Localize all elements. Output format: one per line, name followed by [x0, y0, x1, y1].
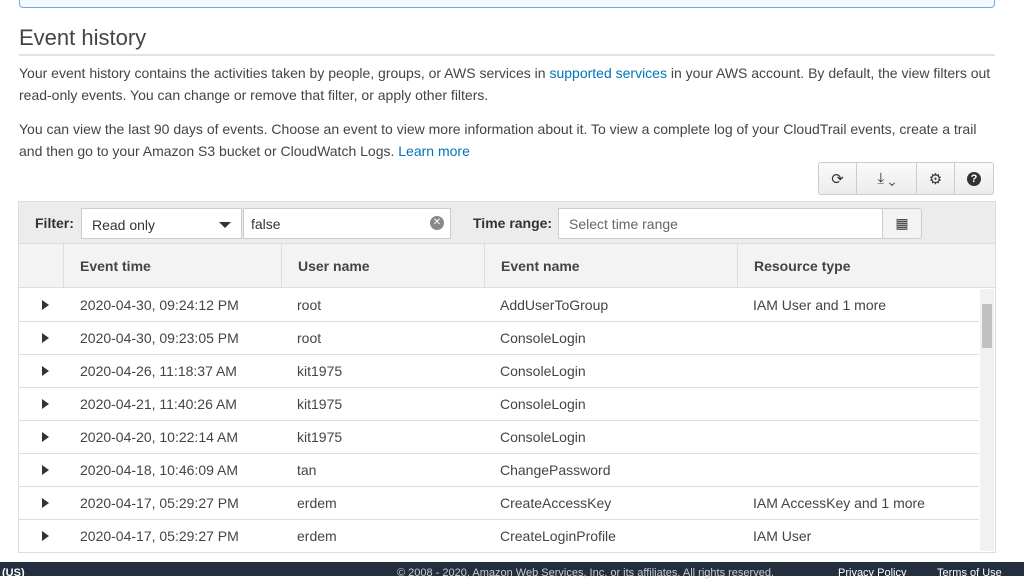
- filter-label: Filter:: [35, 215, 74, 231]
- download-button[interactable]: ⤓ ⌄: [857, 163, 917, 194]
- learn-more-link[interactable]: Learn more: [398, 143, 470, 159]
- page-title: Event history: [19, 25, 147, 50]
- privacy-policy-link[interactable]: Privacy Policy: [838, 567, 906, 579]
- table-header: Event time User name Event name Resource…: [19, 244, 995, 288]
- help-button[interactable]: ?: [955, 163, 993, 194]
- cell-event-time: 2020-04-20, 10:22:14 AM: [80, 429, 239, 445]
- caret-down-icon: [219, 222, 231, 228]
- cell-user-name: kit1975: [297, 429, 343, 445]
- events-table-panel: Filter: Read only false ✕ Time range: Sel…: [18, 201, 996, 553]
- gear-icon: ⚙: [928, 170, 943, 188]
- cell-user-name: erdem: [297, 495, 337, 511]
- time-range-label: Time range:: [473, 215, 553, 231]
- cell-user-name: root: [297, 330, 322, 346]
- footer: (US) © 2008 - 2020, Amazon Web Services,…: [0, 562, 1024, 579]
- cell-event-time: 2020-04-18, 10:46:09 AM: [80, 462, 239, 478]
- cell-event-name[interactable]: ConsoleLogin: [500, 363, 586, 379]
- expand-row-icon[interactable]: [42, 498, 49, 508]
- column-resource-type[interactable]: Resource type: [737, 244, 990, 288]
- table-row[interactable]: 2020-04-20, 10:22:14 AM kit1975 ConsoleLog…: [19, 421, 979, 454]
- divider: [19, 54, 995, 56]
- intro-paragraph-1: Your event history contains the activiti…: [19, 62, 999, 106]
- info-banner: [19, 0, 995, 8]
- filter-value: false: [251, 216, 281, 232]
- table-row[interactable]: 2020-04-26, 11:18:37 AM kit1975 ConsoleLog…: [19, 355, 979, 388]
- table-row[interactable]: 2020-04-30, 09:24:12 PM root AddUserToGrou…: [19, 289, 979, 322]
- terms-of-use-link[interactable]: Terms of Use: [937, 567, 1002, 579]
- filter-attribute-value: Read only: [92, 217, 156, 233]
- toolbar: ⟳ ⤓ ⌄ ⚙ ?: [818, 162, 994, 195]
- cell-event-name[interactable]: ConsoleLogin: [500, 330, 586, 346]
- language-selector[interactable]: (US): [2, 567, 25, 579]
- clear-icon[interactable]: ✕: [430, 216, 444, 230]
- cell-event-name[interactable]: ConsoleLogin: [500, 429, 586, 445]
- expand-row-icon[interactable]: [42, 366, 49, 376]
- expand-row-icon[interactable]: [42, 465, 49, 475]
- intro-text: Your event history contains the activiti…: [19, 65, 550, 81]
- table-row[interactable]: 2020-04-17, 05:29:27 PM erdem CreateLoginP…: [19, 520, 979, 553]
- cell-resource-type: IAM User: [753, 528, 812, 544]
- cell-event-name[interactable]: ConsoleLogin: [500, 396, 586, 412]
- cell-user-name: tan: [297, 462, 317, 478]
- cell-user-name: root: [297, 297, 322, 313]
- intro-text: You can view the last 90 days of events.…: [19, 121, 977, 159]
- table-row[interactable]: 2020-04-17, 05:29:27 PM erdem CreateAccess…: [19, 487, 979, 520]
- cell-event-name[interactable]: AddUserToGroup: [500, 297, 608, 313]
- cell-event-time: 2020-04-17, 05:29:27 PM: [80, 495, 239, 511]
- help-icon: ?: [967, 171, 981, 186]
- cell-event-time: 2020-04-21, 11:40:26 AM: [80, 396, 237, 412]
- expand-row-icon[interactable]: [42, 399, 49, 409]
- cell-event-time: 2020-04-17, 05:29:27 PM: [80, 528, 239, 544]
- cell-event-name[interactable]: CreateAccessKey: [500, 495, 611, 511]
- cell-event-name[interactable]: CreateLoginProfile: [500, 528, 616, 544]
- column-event-time[interactable]: Event time: [63, 244, 281, 288]
- filter-value-input[interactable]: false ✕: [243, 208, 451, 239]
- table-row[interactable]: 2020-04-18, 10:46:09 AM tan ChangePassword: [19, 454, 979, 487]
- cell-event-time: 2020-04-30, 09:23:05 PM: [80, 330, 239, 346]
- expand-row-icon[interactable]: [42, 432, 49, 442]
- filter-bar: Filter: Read only false ✕ Time range: Sel…: [19, 202, 995, 244]
- cell-user-name: erdem: [297, 528, 337, 544]
- settings-button[interactable]: ⚙: [917, 163, 955, 194]
- refresh-button[interactable]: ⟳: [819, 163, 857, 194]
- cell-resource-type: IAM AccessKey and 1 more: [753, 495, 925, 511]
- time-range-input[interactable]: Select time range: [558, 208, 883, 239]
- download-icon: ⤓ ⌄: [877, 170, 896, 187]
- intro-paragraph-2: You can view the last 90 days of events.…: [19, 118, 999, 162]
- table-scrollbar[interactable]: [980, 289, 994, 551]
- supported-services-link[interactable]: supported services: [549, 65, 667, 81]
- cell-event-name[interactable]: ChangePassword: [500, 462, 611, 478]
- table-row[interactable]: 2020-04-21, 11:40:26 AM kit1975 ConsoleLog…: [19, 388, 979, 421]
- cell-event-time: 2020-04-30, 09:24:12 PM: [80, 297, 239, 313]
- filter-attribute-select[interactable]: Read only: [81, 208, 242, 239]
- column-user-name[interactable]: User name: [281, 244, 484, 288]
- cell-user-name: kit1975: [297, 363, 343, 379]
- calendar-icon: ▦: [895, 215, 909, 231]
- scrollbar-thumb[interactable]: [982, 304, 992, 348]
- expand-row-icon[interactable]: [42, 333, 49, 343]
- cell-resource-type: IAM User and 1 more: [753, 297, 887, 313]
- expand-row-icon[interactable]: [42, 300, 49, 310]
- calendar-button[interactable]: ▦: [882, 208, 922, 239]
- table-row[interactable]: 2020-04-30, 09:23:05 PM root ConsoleLogin: [19, 322, 979, 355]
- refresh-icon: ⟳: [831, 170, 844, 188]
- cell-event-time: 2020-04-26, 11:18:37 AM: [80, 363, 237, 379]
- column-event-name[interactable]: Event name: [484, 244, 737, 288]
- expand-row-icon[interactable]: [42, 531, 49, 541]
- cell-user-name: kit1975: [297, 396, 343, 412]
- copyright: © 2008 - 2020, Amazon Web Services, Inc.…: [397, 567, 774, 579]
